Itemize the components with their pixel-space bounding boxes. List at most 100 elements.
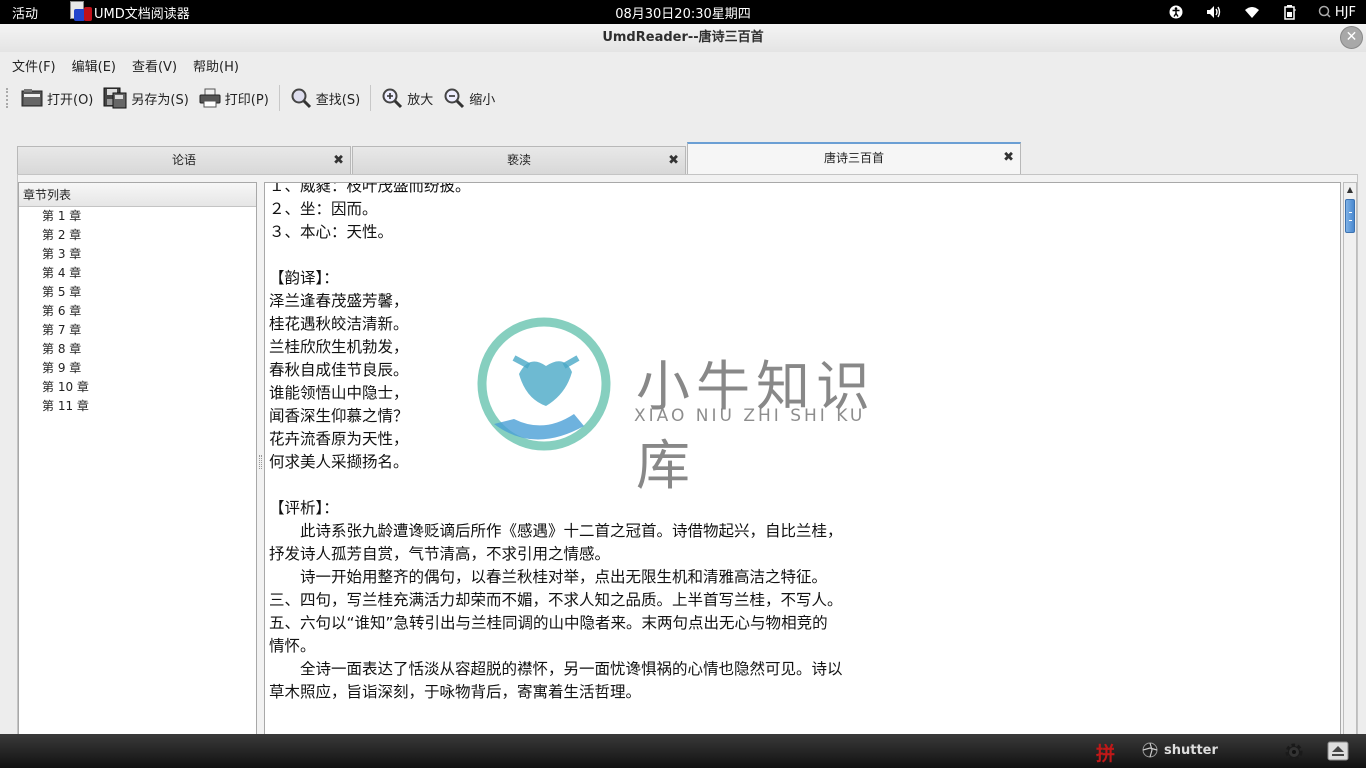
- tab-label: 论语: [171, 153, 196, 167]
- tab-xiedu[interactable]: 亵渎 ✖: [352, 146, 686, 174]
- document-tabs: 论语 ✖ 亵渎 ✖ 唐诗三百首 ✖: [17, 142, 1022, 174]
- shutter-label: shutter: [1164, 742, 1218, 758]
- save-icon: [103, 87, 127, 109]
- toolbar-grip[interactable]: [6, 88, 10, 108]
- document-text-view[interactable]: １、威蕤：枝叶茂盛而纷披。 ２、坐：因而。 ３、本心：天性。 【韵译】： 泽兰逢春茂盛芳…: [264, 182, 1341, 759]
- scrollbar-thumb[interactable]: [1345, 199, 1355, 233]
- tab-lunyu[interactable]: 论语 ✖: [17, 146, 351, 174]
- text-line: 春秋自成佳节良辰。: [269, 361, 409, 379]
- zoom-in-button[interactable]: 放大: [376, 83, 438, 113]
- printer-icon: [199, 88, 221, 108]
- chat-status-icon: [1318, 5, 1331, 18]
- tab-body: 章节列表 第 1 章第 2 章第 3 章第 4 章第 5 章第 6 章第 7 章…: [17, 174, 1358, 759]
- pane-splitter[interactable]: [259, 455, 262, 469]
- zoom-out-icon: [444, 88, 465, 109]
- menu-help[interactable]: 帮助(H): [185, 53, 247, 78]
- menu-view[interactable]: 查看(V): [124, 53, 185, 78]
- document-text: １、威蕤：枝叶茂盛而纷披。 ２、坐：因而。 ３、本心：天性。 【韵译】： 泽兰逢春茂盛芳…: [269, 182, 1329, 704]
- print-button[interactable]: 打印(P): [194, 84, 274, 112]
- window-title: UmdReader--唐诗三百首: [602, 30, 764, 45]
- chapter-list-header[interactable]: 章节列表: [19, 183, 256, 207]
- text-line: 花卉流香原为天性，: [269, 430, 409, 448]
- volume-icon[interactable]: [1204, 0, 1224, 24]
- chapter-item[interactable]: 第 3 章: [19, 245, 256, 264]
- chapter-item[interactable]: 第 4 章: [19, 264, 256, 283]
- text-line: 草木照应，旨诣深刻，于咏物背后，寄寓着生活哲理。: [269, 683, 642, 701]
- window-titlebar[interactable]: UmdReader--唐诗三百首 ✕: [0, 24, 1366, 52]
- open-button[interactable]: 打开(O): [16, 84, 98, 112]
- text-line: 泽兰逢春茂盛芳馨，: [269, 292, 409, 310]
- input-method-icon[interactable]: 拼: [1096, 739, 1115, 766]
- scroll-up-arrow-icon[interactable]: ▲: [1344, 183, 1356, 197]
- tab-close-icon[interactable]: ✖: [1003, 144, 1014, 172]
- text-line: 全诗一面表达了恬淡从容超脱的襟怀，另一面忧谗惧祸的心情也隐然可见。诗以: [269, 660, 843, 678]
- find-label: 查找(S): [315, 92, 361, 108]
- text-line: ３、本心：天性。: [269, 223, 394, 241]
- chapter-item[interactable]: 第 1 章: [19, 207, 256, 226]
- shutter-icon: [1142, 742, 1158, 758]
- zoom-out-label: 缩小: [469, 92, 496, 108]
- top-panel: 活动 UMD文档阅读器 08月30日20:30星期四 HJF: [0, 0, 1366, 24]
- close-window-button[interactable]: ✕: [1340, 26, 1363, 49]
- chapter-item[interactable]: 第 6 章: [19, 302, 256, 321]
- text-line: 五、六句以“谁知”急转引出与兰桂同调的山中隐者来。末两句点出无心与物相竞的: [269, 614, 828, 632]
- menu-file[interactable]: 文件(F): [4, 53, 64, 78]
- open-icon: [21, 89, 43, 107]
- tab-close-icon[interactable]: ✖: [668, 147, 679, 174]
- user-name: HJF: [1334, 4, 1356, 20]
- text-line: 兰桂欣欣生机勃发，: [269, 338, 409, 356]
- text-line: 此诗系张九龄遭谗贬谪后所作《感遇》十二首之冠首。诗借物起兴，自比兰桂，: [269, 522, 843, 540]
- open-label: 打开(O): [47, 92, 94, 108]
- shutter-tray-item[interactable]: shutter: [1142, 742, 1218, 758]
- chapter-list-panel: 章节列表 第 1 章第 2 章第 3 章第 4 章第 5 章第 6 章第 7 章…: [18, 182, 257, 759]
- chapter-item[interactable]: 第 9 章: [19, 359, 256, 378]
- app-menu[interactable]: UMD文档阅读器: [70, 0, 190, 24]
- chapter-item[interactable]: 第 11 章: [19, 397, 256, 416]
- text-line: 闻香深生仰慕之情？: [269, 407, 409, 425]
- find-button[interactable]: 查找(S): [285, 83, 365, 113]
- chapter-item[interactable]: 第 8 章: [19, 340, 256, 359]
- clock[interactable]: 08月30日20:30星期四: [615, 7, 751, 22]
- search-icon: [291, 88, 311, 109]
- wifi-icon[interactable]: [1242, 0, 1262, 24]
- tab-label: 唐诗三百首: [823, 151, 884, 165]
- tab-label: 亵渎: [506, 153, 531, 167]
- menubar: 文件(F) 编辑(E) 查看(V) 帮助(H): [0, 52, 1366, 78]
- menu-edit[interactable]: 编辑(E): [64, 53, 124, 78]
- user-menu[interactable]: HJF: [1318, 5, 1356, 20]
- toolbar-separator: [370, 85, 372, 111]
- chapter-list: 第 1 章第 2 章第 3 章第 4 章第 5 章第 6 章第 7 章第 8 章…: [19, 207, 256, 416]
- chapter-item[interactable]: 第 7 章: [19, 321, 256, 340]
- text-line: 谁能领悟山中隐士，: [269, 384, 409, 402]
- chapter-item[interactable]: 第 2 章: [19, 226, 256, 245]
- accessibility-icon[interactable]: [1166, 0, 1186, 24]
- print-label: 打印(P): [224, 92, 269, 108]
- toolbar-separator: [278, 85, 280, 111]
- vertical-scrollbar[interactable]: ▲: [1343, 182, 1357, 759]
- chapter-item[interactable]: 第 10 章: [19, 378, 256, 397]
- zoom-out-button[interactable]: 缩小: [438, 83, 500, 113]
- chapter-item[interactable]: 第 5 章: [19, 283, 256, 302]
- save-as-button[interactable]: 另存为(S): [98, 83, 193, 113]
- text-line: 【韵译】：: [269, 269, 339, 287]
- text-line: 桂花遇秋皎洁清新。: [269, 315, 409, 333]
- text-line: [269, 474, 1329, 497]
- tab-close-icon[interactable]: ✖: [333, 147, 344, 174]
- activities-button[interactable]: 活动: [12, 3, 38, 22]
- zoom-in-icon: [382, 88, 403, 109]
- tab-tangshi[interactable]: 唐诗三百首 ✖: [687, 142, 1021, 174]
- text-line: [269, 244, 1329, 267]
- save-as-label: 另存为(S): [131, 92, 189, 108]
- gear-icon[interactable]: [1284, 742, 1304, 766]
- text-line: １、威蕤：枝叶茂盛而纷披。: [269, 182, 471, 195]
- system-tray: HJF: [1148, 0, 1356, 24]
- app-menu-label: UMD文档阅读器: [94, 6, 190, 22]
- battery-icon[interactable]: [1280, 0, 1300, 24]
- text-line: 抒发诗人孤芳自赏，气节清高，不求引用之情感。: [269, 545, 611, 563]
- eject-icon[interactable]: [1327, 741, 1349, 765]
- zoom-in-label: 放大: [407, 92, 434, 108]
- text-line: 【评析】：: [269, 499, 339, 517]
- umd-reader-app-icon: [70, 1, 92, 23]
- text-line: ２、坐：因而。: [269, 200, 378, 218]
- text-line: 三、四句，写兰桂充满活力却荣而不媚，不求人知之品质。上半首写兰桂，不写人。: [269, 591, 843, 609]
